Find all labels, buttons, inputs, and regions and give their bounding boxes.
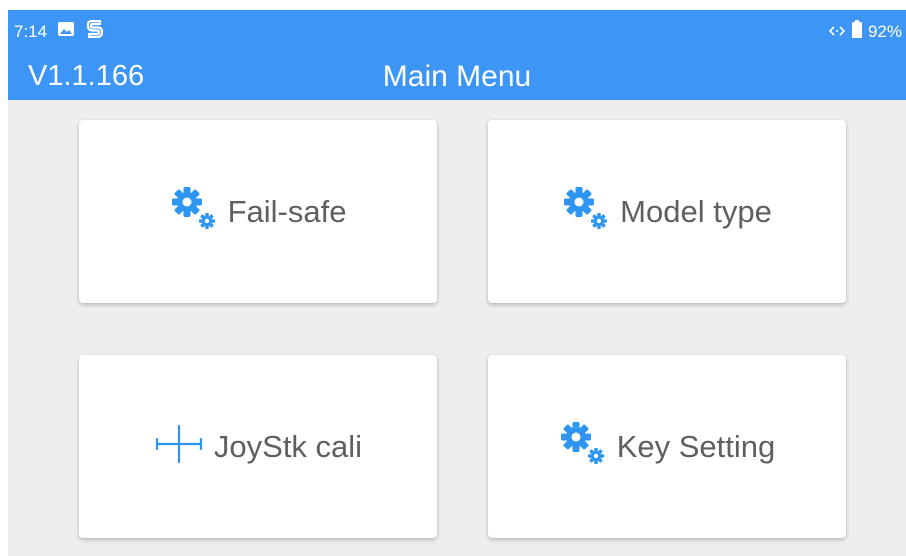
page-title: Main Menu [382, 60, 532, 93]
network-arrows-icon [828, 22, 846, 42]
gears-icon [170, 185, 218, 238]
status-bar: 7:14 92% [8, 10, 906, 54]
key-setting-label: Key Setting [616, 428, 776, 464]
card-content: JoyStk cali [154, 424, 362, 469]
battery-percent: 92% [867, 21, 902, 41]
app-screen: 7:14 92% V1.1.166 Main Menu Fail-safe Mo… [8, 10, 906, 556]
joystick-calibration-button[interactable]: JoyStk cali [79, 355, 437, 538]
card-content: Fail-safe [170, 185, 347, 238]
fail-safe-button[interactable]: Fail-safe [79, 120, 437, 303]
crosshair-icon [154, 424, 204, 469]
key-setting-button[interactable]: Key Setting [488, 355, 846, 538]
fail-safe-label: Fail-safe [227, 193, 347, 229]
model-type-button[interactable]: Model type [488, 120, 846, 303]
card-content: Model type [562, 185, 772, 238]
status-time: 7:14 [14, 21, 48, 41]
model-type-label: Model type [620, 193, 772, 229]
app-bar: V1.1.166 Main Menu [8, 54, 906, 100]
battery-icon [851, 20, 862, 43]
status-right: 92% [828, 20, 902, 43]
card-content: Key Setting [559, 420, 776, 473]
gears-icon [562, 185, 610, 238]
joystick-calibration-label: JoyStk cali [213, 428, 363, 464]
gears-icon [559, 420, 607, 473]
status-left: 7:14 [14, 19, 105, 43]
app-s-icon [85, 19, 105, 43]
image-icon [57, 21, 75, 42]
